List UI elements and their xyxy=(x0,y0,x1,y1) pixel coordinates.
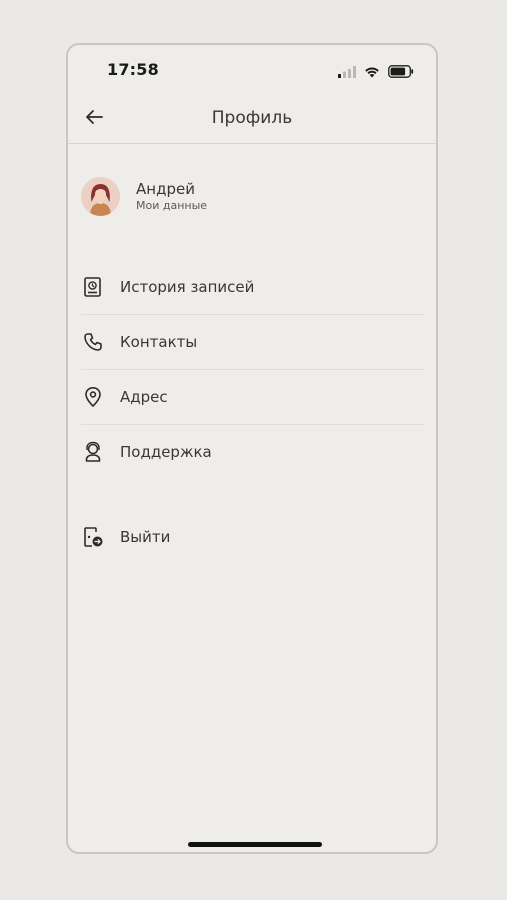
profile-name: Андрей xyxy=(136,179,195,198)
wifi-icon xyxy=(364,63,380,82)
logout-icon xyxy=(81,525,105,549)
menu-item-label: Адрес xyxy=(120,388,168,406)
status-icons xyxy=(338,63,414,82)
avatar xyxy=(81,176,120,216)
profile-subtitle: Мои данные xyxy=(136,198,208,212)
menu-item-support[interactable]: Поддержка xyxy=(81,425,424,479)
status-bar: 17:58 xyxy=(68,45,436,97)
menu-item-address[interactable]: Адрес xyxy=(81,370,424,425)
menu-item-label: Поддержка xyxy=(120,443,212,461)
page-title: Профиль xyxy=(211,108,293,128)
status-time: 17:58 xyxy=(107,60,159,79)
calendar-clock-icon xyxy=(81,275,105,299)
profile-menu: История записей Контакты Адрес Поддержка xyxy=(81,260,424,479)
map-pin-icon xyxy=(81,385,105,409)
home-indicator[interactable] xyxy=(188,842,322,847)
menu-item-label: История записей xyxy=(120,278,255,296)
support-agent-icon xyxy=(81,440,105,464)
phone-icon xyxy=(81,330,105,354)
logout-button[interactable]: Выйти xyxy=(81,512,424,562)
profile-card[interactable]: Андрей Мои данные xyxy=(81,175,423,217)
menu-item-history[interactable]: История записей xyxy=(81,260,424,315)
phone-frame: 17:58 Профиль Андрей Мои данные История … xyxy=(66,43,438,854)
cellular-signal-icon xyxy=(338,63,356,82)
menu-item-contacts[interactable]: Контакты xyxy=(81,315,424,370)
navigation-bar: Профиль xyxy=(68,97,436,144)
logout-label: Выйти xyxy=(120,528,171,546)
menu-item-label: Контакты xyxy=(120,333,198,351)
battery-icon xyxy=(388,63,414,82)
